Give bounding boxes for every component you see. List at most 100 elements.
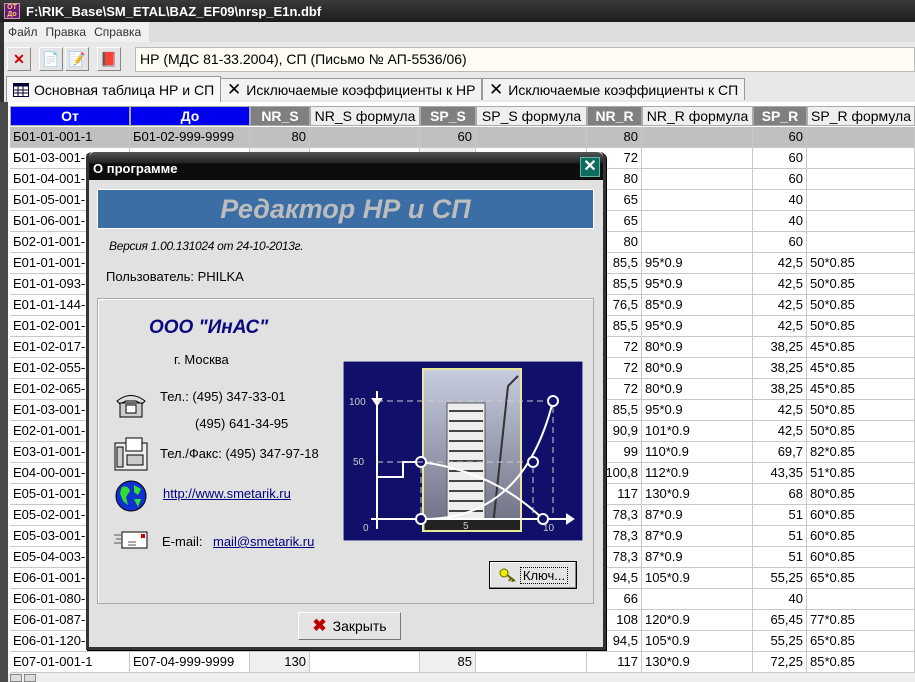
table-cell[interactable]: 55,25 (753, 631, 807, 652)
table-cell[interactable] (476, 127, 587, 148)
tab-excluded-nr[interactable]: ✕ Исключаемые коэффициенты к НР (220, 78, 483, 100)
column-header[interactable]: NR_R (587, 106, 642, 126)
table-cell[interactable]: 43,35 (753, 463, 807, 484)
table-cell[interactable]: 80*0.9 (642, 379, 753, 400)
horizontal-scrollbar[interactable] (0, 673, 915, 682)
table-cell[interactable]: 130*0.9 (642, 484, 753, 505)
table-cell[interactable] (807, 190, 915, 211)
table-cell[interactable]: 72,25 (753, 652, 807, 673)
table-cell[interactable]: 110*0.9 (642, 442, 753, 463)
table-cell[interactable]: 60 (753, 232, 807, 253)
table-cell[interactable]: 42,5 (753, 421, 807, 442)
table-cell[interactable] (476, 652, 587, 673)
table-cell[interactable]: 95*0.9 (642, 274, 753, 295)
scroll-thumb[interactable] (24, 674, 36, 682)
table-cell[interactable]: 60 (420, 127, 476, 148)
table-cell[interactable]: 45*0.85 (807, 379, 915, 400)
table-cell[interactable]: 80*0.9 (642, 337, 753, 358)
table-row[interactable]: Е07-01-001-1 Е07-04-999-9999 130 85 117 130*0… (10, 652, 915, 673)
table-cell[interactable]: 77*0.85 (807, 610, 915, 631)
table-cell[interactable]: 42,5 (753, 274, 807, 295)
close-button[interactable]: ✖ Закрыть (298, 612, 401, 640)
table-cell[interactable]: 50*0.85 (807, 316, 915, 337)
table-cell[interactable]: 50*0.85 (807, 274, 915, 295)
website-link[interactable]: http://www.smetarik.ru (163, 486, 291, 501)
table-cell[interactable] (807, 232, 915, 253)
help-book-button[interactable]: 📕 (97, 47, 121, 71)
table-cell[interactable]: 87*0.9 (642, 505, 753, 526)
table-cell[interactable]: Б01-01-001-1 (10, 127, 130, 148)
column-header[interactable]: SP_R (753, 106, 807, 126)
edit-document-button[interactable]: 📝 (65, 47, 89, 71)
column-header[interactable]: SP_R формула (807, 106, 915, 126)
table-cell[interactable]: 42,5 (753, 295, 807, 316)
table-cell[interactable] (642, 589, 753, 610)
table-cell[interactable]: 68 (753, 484, 807, 505)
table-cell[interactable]: Б01-02-999-9999 (130, 127, 250, 148)
column-header[interactable]: NR_S (250, 106, 310, 126)
table-cell[interactable]: 60 (753, 169, 807, 190)
table-cell[interactable]: 95*0.9 (642, 316, 753, 337)
table-cell[interactable]: 50*0.85 (807, 400, 915, 421)
table-cell[interactable]: 60*0.85 (807, 505, 915, 526)
table-cell[interactable]: 42,5 (753, 400, 807, 421)
table-cell[interactable] (642, 148, 753, 169)
column-header[interactable]: От (10, 106, 130, 126)
table-cell[interactable]: 40 (753, 589, 807, 610)
table-cell[interactable]: 85 (420, 652, 476, 673)
column-header[interactable]: SP_S формула (476, 106, 587, 126)
table-cell[interactable] (642, 169, 753, 190)
column-header[interactable]: SP_S (420, 106, 476, 126)
table-cell[interactable]: 51 (753, 505, 807, 526)
table-cell[interactable]: 95*0.9 (642, 253, 753, 274)
table-cell[interactable]: 130 (250, 652, 310, 673)
menu-help[interactable]: Справка (90, 25, 145, 39)
delete-button[interactable]: ✕ (7, 47, 31, 71)
column-header[interactable]: До (130, 106, 250, 126)
table-cell[interactable]: 80*0.85 (807, 484, 915, 505)
table-cell[interactable] (807, 148, 915, 169)
table-cell[interactable]: 101*0.9 (642, 421, 753, 442)
column-header[interactable]: NR_R формула (642, 106, 753, 126)
column-header[interactable]: NR_S формула (310, 106, 420, 126)
table-cell[interactable]: 87*0.9 (642, 526, 753, 547)
table-cell[interactable]: 60 (753, 148, 807, 169)
table-cell[interactable]: 69,7 (753, 442, 807, 463)
menu-edit[interactable]: Правка (42, 25, 91, 39)
table-cell[interactable]: Е07-04-999-9999 (130, 652, 250, 673)
table-cell[interactable]: 65*0.85 (807, 631, 915, 652)
table-cell[interactable]: 95*0.9 (642, 400, 753, 421)
table-cell[interactable]: 42,5 (753, 316, 807, 337)
table-cell[interactable]: 65*0.85 (807, 568, 915, 589)
table-cell[interactable] (807, 589, 915, 610)
table-cell[interactable]: 60*0.85 (807, 547, 915, 568)
table-cell[interactable]: 38,25 (753, 337, 807, 358)
table-cell[interactable]: 50*0.85 (807, 421, 915, 442)
scroll-left-button[interactable] (10, 674, 22, 682)
table-cell[interactable]: Е07-01-001-1 (10, 652, 130, 673)
table-cell[interactable]: 80 (250, 127, 310, 148)
table-cell[interactable]: 42,5 (753, 253, 807, 274)
table-cell[interactable] (642, 211, 753, 232)
table-cell[interactable]: 87*0.9 (642, 547, 753, 568)
table-cell[interactable]: 50*0.85 (807, 295, 915, 316)
table-cell[interactable]: 40 (753, 190, 807, 211)
table-cell[interactable]: 51 (753, 526, 807, 547)
table-cell[interactable]: 38,25 (753, 358, 807, 379)
table-cell[interactable]: 50*0.85 (807, 253, 915, 274)
table-cell[interactable] (310, 652, 420, 673)
table-cell[interactable] (642, 190, 753, 211)
table-cell[interactable]: 60*0.85 (807, 526, 915, 547)
table-cell[interactable]: 117 (587, 652, 642, 673)
table-cell[interactable]: 51 (753, 547, 807, 568)
table-cell[interactable] (642, 127, 753, 148)
tab-main-table[interactable]: Основная таблица НР и СП (6, 76, 222, 102)
table-cell[interactable] (807, 211, 915, 232)
key-button[interactable]: Ключ... (489, 561, 577, 589)
table-cell[interactable] (807, 127, 915, 148)
dialog-close-button[interactable]: ✕ (580, 157, 600, 177)
table-cell[interactable]: 45*0.85 (807, 337, 915, 358)
table-cell[interactable]: 120*0.9 (642, 610, 753, 631)
table-cell[interactable]: 51*0.85 (807, 463, 915, 484)
table-cell[interactable]: 45*0.85 (807, 358, 915, 379)
